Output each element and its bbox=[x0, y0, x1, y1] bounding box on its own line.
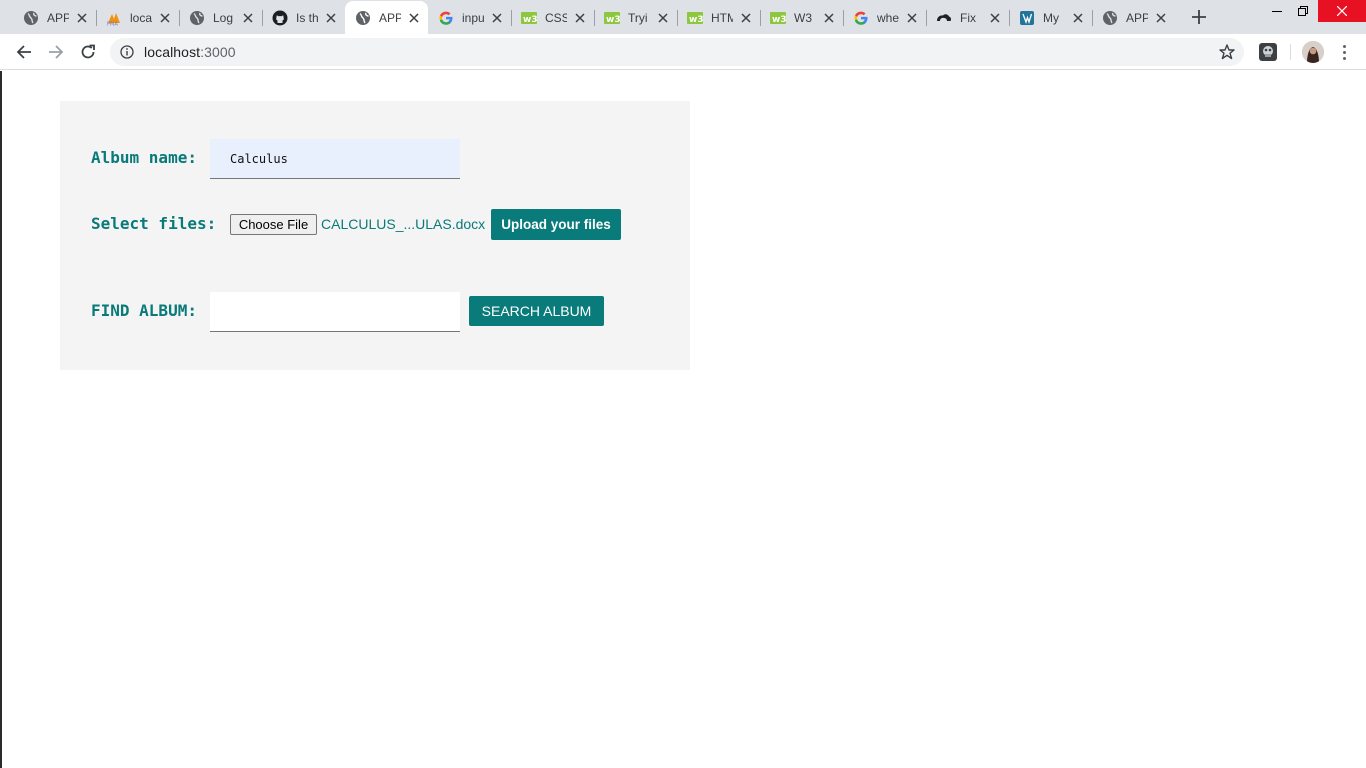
close-icon[interactable] bbox=[407, 11, 421, 25]
tab-app-last[interactable]: APP bbox=[1092, 1, 1175, 34]
arrow-left-icon bbox=[16, 45, 31, 59]
toolbar-separator bbox=[1290, 44, 1291, 60]
tab-fix[interactable]: Fix bbox=[926, 1, 1009, 34]
close-icon[interactable] bbox=[822, 11, 836, 25]
minimize-icon bbox=[1272, 11, 1282, 12]
reload-button[interactable] bbox=[76, 40, 100, 64]
github-icon bbox=[272, 10, 288, 26]
tab-phpmyadmin[interactable]: PMA localhost bbox=[96, 1, 179, 34]
globe-icon bbox=[189, 10, 205, 26]
tab-w3-html[interactable]: w3 HTM bbox=[677, 1, 760, 34]
w3schools-icon: w3 bbox=[604, 10, 620, 26]
svg-text:w3: w3 bbox=[523, 15, 537, 25]
address-bar[interactable]: localhost:3000 bbox=[110, 38, 1244, 66]
url-port: :3000 bbox=[200, 44, 236, 60]
minimize-button[interactable] bbox=[1266, 0, 1288, 22]
info-icon[interactable] bbox=[120, 45, 134, 59]
selected-file-name: CALCULUS_...ULAS.docx bbox=[321, 216, 486, 232]
tab-title: APP bbox=[1126, 10, 1148, 25]
more-menu-icon[interactable] bbox=[1336, 42, 1352, 62]
close-icon[interactable] bbox=[739, 11, 753, 25]
tab-w3[interactable]: w3 W3 bbox=[760, 1, 843, 34]
globe-icon bbox=[23, 10, 39, 26]
google-icon bbox=[853, 10, 869, 26]
close-icon[interactable] bbox=[1154, 11, 1168, 25]
url-text: localhost:3000 bbox=[144, 44, 236, 60]
docs-icon bbox=[1019, 10, 1035, 26]
svg-text:w3: w3 bbox=[772, 15, 786, 25]
tab-title: whe bbox=[877, 10, 899, 25]
tab-w3-css[interactable]: w3 CSS bbox=[511, 1, 594, 34]
plus-icon bbox=[1192, 10, 1206, 24]
close-icon[interactable] bbox=[573, 11, 587, 25]
find-album-label: FIND ALBUM: bbox=[91, 301, 197, 320]
close-icon[interactable] bbox=[490, 11, 504, 25]
find-album-input[interactable] bbox=[210, 292, 460, 332]
w3schools-icon: w3 bbox=[687, 10, 703, 26]
upload-files-button[interactable]: Upload your files bbox=[491, 209, 621, 240]
close-icon bbox=[1337, 6, 1347, 16]
album-name-label: Album name: bbox=[91, 148, 197, 167]
album-name-input[interactable] bbox=[210, 139, 460, 179]
arrow-right-icon bbox=[49, 45, 64, 59]
tab-title: Log bbox=[213, 10, 234, 25]
extension-icon[interactable] bbox=[1258, 42, 1278, 62]
select-files-label: Select files: bbox=[91, 214, 217, 233]
tab-w3-try[interactable]: w3 Tryi bbox=[594, 1, 677, 34]
google-icon bbox=[438, 10, 454, 26]
tab-title: HTM bbox=[711, 10, 733, 25]
tab-title: Is th bbox=[296, 10, 318, 25]
url-host: localhost bbox=[144, 44, 201, 60]
forward-button[interactable] bbox=[44, 40, 68, 64]
tab-title: inpu bbox=[462, 10, 484, 25]
close-icon[interactable] bbox=[158, 11, 172, 25]
tab-title: W3 bbox=[794, 10, 812, 25]
phpmyadmin-icon: PMA bbox=[106, 10, 122, 26]
close-icon[interactable] bbox=[988, 11, 1002, 25]
close-icon[interactable] bbox=[905, 11, 919, 25]
globe-icon bbox=[355, 10, 371, 26]
close-icon[interactable] bbox=[656, 11, 670, 25]
w3schools-icon: w3 bbox=[521, 10, 537, 26]
restore-button[interactable] bbox=[1292, 0, 1314, 22]
close-icon[interactable] bbox=[241, 11, 255, 25]
tab-title: APP bbox=[47, 10, 69, 25]
window-close-button[interactable] bbox=[1318, 0, 1366, 22]
album-form-card: Album name: Select files: Choose File CA… bbox=[60, 101, 690, 370]
w3schools-icon: w3 bbox=[770, 10, 786, 26]
tab-title: CSS bbox=[545, 10, 567, 25]
tab-title: My bbox=[1043, 10, 1059, 25]
svg-text:w3: w3 bbox=[689, 15, 703, 25]
svg-text:PMA: PMA bbox=[107, 21, 118, 26]
back-button[interactable] bbox=[12, 40, 36, 64]
browser-toolbar: localhost:3000 bbox=[0, 34, 1366, 70]
tab-strip: APP PMA localhost Log Is th APP inpu bbox=[0, 0, 1366, 34]
choose-file-button[interactable]: Choose File bbox=[230, 214, 317, 235]
page-viewport: Album name: Select files: Choose File CA… bbox=[0, 71, 1366, 768]
tab-my[interactable]: My bbox=[1009, 1, 1092, 34]
search-album-button[interactable]: SEARCH ALBUM bbox=[469, 296, 604, 326]
tab-title: Fix bbox=[960, 10, 976, 25]
close-icon[interactable] bbox=[75, 11, 89, 25]
restore-icon bbox=[1298, 6, 1308, 16]
close-icon[interactable] bbox=[324, 11, 338, 25]
new-tab-button[interactable] bbox=[1189, 7, 1209, 27]
profile-avatar[interactable] bbox=[1302, 41, 1324, 63]
cloud-icon bbox=[936, 10, 952, 26]
tab-google-input[interactable]: inpu bbox=[428, 1, 511, 34]
tab-log[interactable]: Log bbox=[179, 1, 262, 34]
tab-app-active[interactable]: APP bbox=[345, 1, 428, 34]
reload-icon bbox=[81, 44, 95, 59]
tab-title: APP bbox=[379, 10, 401, 25]
tab-github[interactable]: Is th bbox=[262, 1, 345, 34]
bookmark-star-icon[interactable] bbox=[1218, 43, 1236, 61]
tab-app-1[interactable]: APP bbox=[13, 1, 96, 34]
svg-text:w3: w3 bbox=[606, 15, 620, 25]
tab-title: localhost bbox=[130, 10, 152, 25]
tab-title: Tryi bbox=[628, 10, 648, 25]
globe-icon bbox=[1102, 10, 1118, 26]
tab-google-where[interactable]: whe bbox=[843, 1, 926, 34]
tab-list: APP PMA localhost Log Is th APP inpu bbox=[13, 1, 1175, 34]
close-icon[interactable] bbox=[1071, 11, 1085, 25]
